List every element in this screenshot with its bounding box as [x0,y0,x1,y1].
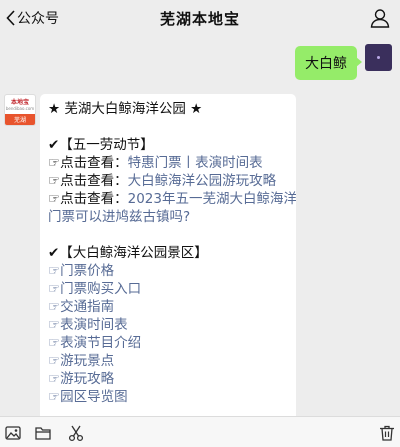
back-label: 公众号 [17,11,59,27]
item-prefix: ☞点击查看： [48,173,128,189]
avatar-brand-text: 本地宝 [10,98,29,106]
avatar-city-text: 芜湖 [5,114,35,125]
message-heading: ★ 芜湖大白鲸海洋公园 ★ [48,101,203,117]
outgoing-message-bubble[interactable]: 大白鲸 [295,46,362,80]
image-icon[interactable] [4,424,22,442]
scissors-icon[interactable] [67,424,85,442]
link-show-timetable[interactable]: ☞表演时间表 [48,316,288,334]
link-separator: 丨 [181,155,196,171]
link-attractions[interactable]: ☞游玩景点 [48,352,288,370]
link-show-schedule[interactable]: 表演时间表 [195,155,263,171]
link-discount-tickets[interactable]: 特惠门票 [128,155,182,171]
outgoing-message-text: 大白鲸 [305,56,347,72]
link-traffic-guide[interactable]: ☞交通指南 [48,298,288,316]
my-avatar[interactable] [365,44,392,71]
user-icon[interactable] [370,8,390,28]
item-prefix: ☞点击查看： [48,155,128,171]
outgoing-message-row: 大白鲸 [295,44,392,80]
official-account-avatar[interactable]: 本地宝 bendibao.com 芜湖 [4,94,36,126]
trash-icon[interactable] [378,424,396,442]
section-title-mayday: ✔【五一劳动节】 [48,137,154,153]
incoming-message-bubble: ★ 芜湖大白鲸海洋公园 ★ ✔【五一劳动节】 ☞点击查看：特惠门票丨表演时间表 … [40,94,296,424]
folder-icon[interactable] [34,424,52,442]
link-mayday-ticket-question-cont[interactable]: 门票可以进鸠兹古镇吗? [48,209,190,225]
avatar-site-text: bendibao.com [5,105,35,111]
link-ticket-price[interactable]: ☞门票价格 [48,262,288,280]
back-button[interactable]: 公众号 [6,7,59,29]
link-ticket-purchase[interactable]: ☞门票购买入口 [48,280,288,298]
link-park-map[interactable]: ☞园区导览图 [48,388,288,406]
bottom-toolbar [0,416,400,447]
link-mayday-ticket-question[interactable]: 2023年五一芜湖大白鲸海洋公园 [128,191,296,207]
item-prefix: ☞点击查看： [48,191,128,207]
link-play-guide[interactable]: ☞游玩攻略 [48,370,288,388]
top-bar: 公众号 芜湖本地宝 [0,0,400,36]
chevron-left-icon [6,10,15,26]
section-title-park: ✔【大白鲸海洋公园景区】 [48,245,208,261]
link-travel-guide[interactable]: 大白鲸海洋公园游玩攻略 [128,173,277,189]
link-show-program[interactable]: ☞表演节目介绍 [48,334,288,352]
page-title: 芜湖本地宝 [159,9,240,28]
